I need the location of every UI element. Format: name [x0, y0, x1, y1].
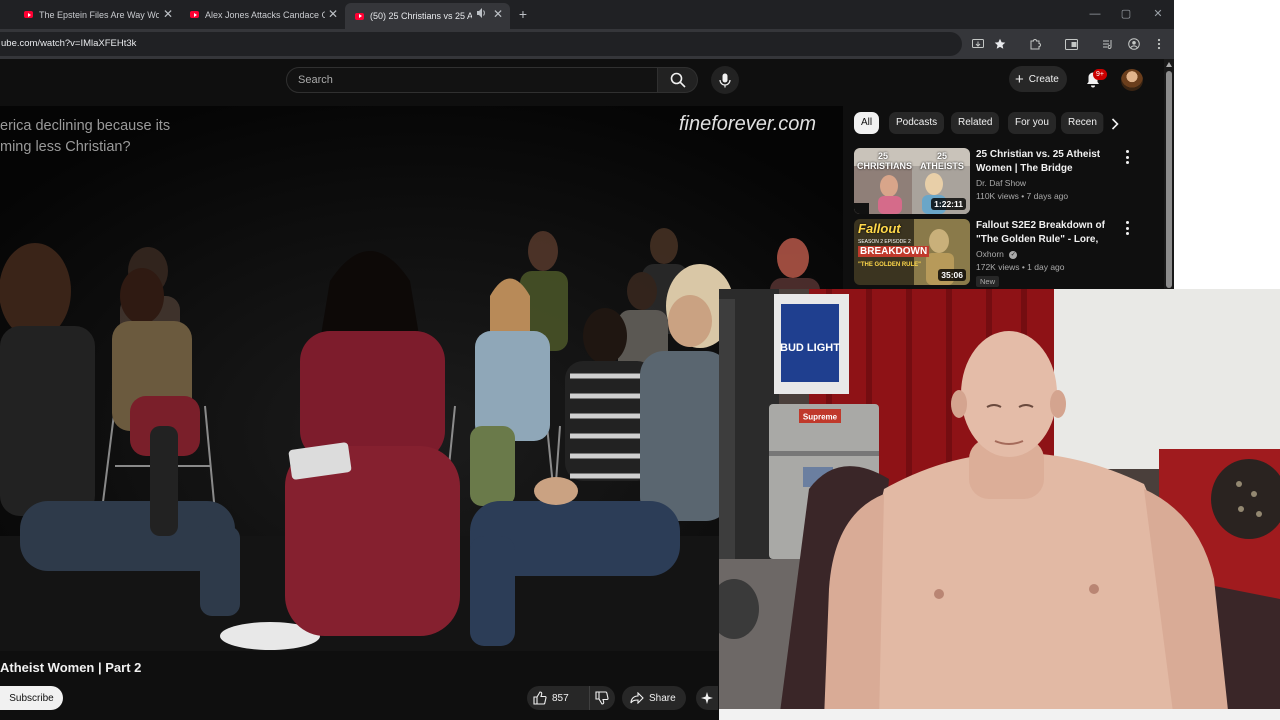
- bookmark-star-icon[interactable]: [992, 35, 1008, 53]
- close-tab-icon[interactable]: ✕: [326, 6, 340, 22]
- account-avatar[interactable]: [1121, 69, 1143, 91]
- youtube-favicon-icon: [355, 12, 364, 20]
- webcam-overlay: BUD LIGHT Supreme: [719, 289, 1280, 720]
- recommendation-title[interactable]: Fallout S2E2 Breakdown of "The Golden Ru…: [976, 219, 1126, 247]
- browser-toolbar: ube.com/watch?v=IMlaXFEHt3k: [0, 29, 1174, 59]
- video-player[interactable]: [0, 106, 843, 651]
- share-button[interactable]: Share: [622, 686, 686, 710]
- webcam-feed-image: BUD LIGHT Supreme: [719, 289, 1280, 720]
- speaker-icon[interactable]: [476, 7, 486, 19]
- maximize-icon[interactable]: ▢: [1116, 5, 1136, 23]
- like-button[interactable]: 857: [533, 686, 569, 710]
- recommendation-title[interactable]: 25 Christian vs. 25 Atheist Women | The …: [976, 148, 1126, 176]
- chip-for-you[interactable]: For you: [1008, 112, 1056, 134]
- thumbs-down-icon: [594, 691, 609, 705]
- extensions-puzzle-icon[interactable]: [1027, 35, 1043, 53]
- media-controls-icon[interactable]: [1100, 35, 1116, 53]
- search-icon: [670, 72, 686, 88]
- url-text: ube.com/watch?v=IMlaXFEHt3k: [1, 38, 137, 49]
- scroll-up-arrow-icon[interactable]: [1166, 62, 1172, 67]
- sparkle-icon: [701, 692, 713, 704]
- tab-alex-jones[interactable]: Alex Jones Attacks Candace Ow: [190, 4, 325, 25]
- chip-related[interactable]: Related: [951, 112, 1000, 134]
- video-on-screen-caption: erica declining because its ming less Ch…: [0, 116, 170, 158]
- like-count: 857: [552, 692, 569, 704]
- create-button[interactable]: + Create: [1009, 66, 1067, 92]
- profile-icon[interactable]: [1126, 35, 1142, 53]
- caption-line-2: ming less Christian?: [0, 139, 131, 155]
- address-bar[interactable]: ube.com/watch?v=IMlaXFEHt3k: [0, 32, 962, 56]
- video-watermark: fineforever.com: [679, 113, 817, 135]
- video-metadata: 172K views • 1 day ago: [976, 262, 1065, 272]
- close-tab-icon[interactable]: ✕: [161, 6, 175, 22]
- microphone-icon: [719, 73, 731, 87]
- youtube-favicon-icon: [190, 11, 199, 18]
- notifications-badge: 9+: [1093, 69, 1107, 80]
- share-label: Share: [649, 692, 676, 704]
- chip-all[interactable]: All: [854, 112, 880, 134]
- dislike-button[interactable]: [589, 686, 613, 710]
- box-label-text: BUD LIGHT: [780, 342, 840, 354]
- tab-title: The Epstein Files Are Way Wors: [39, 9, 159, 20]
- recommendation-item[interactable]: 25 CHRISTIANS 25 ATHEISTS 1:22:11 25 Chr…: [854, 148, 1154, 216]
- tab-title: Alex Jones Attacks Candace Ow: [205, 9, 325, 20]
- youtube-favicon-icon: [24, 11, 33, 18]
- subscribe-button[interactable]: Subscribe: [0, 686, 63, 710]
- video-title: Atheist Women | Part 2: [0, 660, 142, 675]
- sticker-text: Supreme: [803, 413, 838, 422]
- install-app-icon[interactable]: [970, 35, 986, 53]
- new-badge: New: [976, 276, 1000, 287]
- desktop-background: [1174, 0, 1280, 289]
- like-dislike-group: 857: [527, 686, 615, 710]
- voice-search-button[interactable]: [711, 66, 739, 94]
- thumbnail-text-bottom: "THE GOLDEN RULE": [858, 262, 922, 268]
- channel-name[interactable]: Oxhorn ✓: [976, 249, 1018, 259]
- search-placeholder: Search: [298, 74, 333, 86]
- youtube-header: Search + Create: [0, 59, 1164, 106]
- plus-icon: +: [1015, 70, 1024, 88]
- video-frame-image: [0, 106, 843, 651]
- tab-title: (50) 25 Christians vs 25 Athe: [370, 11, 472, 21]
- window-close-icon[interactable]: ✕: [1148, 5, 1168, 23]
- ask-ai-button[interactable]: [696, 686, 718, 710]
- thumbnail-text-top: Fallout: [858, 221, 901, 236]
- thumbnail-text-mid: BREAKDOWN: [858, 246, 930, 257]
- recommendation-item[interactable]: Fallout SEASON 2 EPISODE 2 BREAKDOWN "TH…: [854, 219, 1154, 287]
- tab-epstein-files[interactable]: The Epstein Files Are Way Wors: [24, 4, 159, 25]
- search-input[interactable]: Search: [286, 67, 658, 93]
- more-actions-icon[interactable]: [1124, 150, 1130, 164]
- new-tab-icon[interactable]: +: [515, 5, 531, 23]
- minimize-icon[interactable]: —: [1085, 5, 1105, 23]
- scrollbar-thumb[interactable]: [1166, 71, 1172, 288]
- recommendation-filter-chips: All Podcasts Related For you Recen: [854, 112, 1124, 136]
- thumbnail-text-sub: SEASON 2 EPISODE 2: [858, 239, 911, 245]
- caption-line-1: erica declining because its: [0, 118, 171, 134]
- browser-menu-icon[interactable]: [1151, 35, 1167, 53]
- close-tab-icon[interactable]: ✕: [491, 6, 505, 22]
- create-label: Create: [1028, 73, 1059, 85]
- video-thumbnail[interactable]: 25 CHRISTIANS 25 ATHEISTS 1:22:11: [854, 148, 970, 214]
- split-view-icon[interactable]: [1063, 35, 1079, 53]
- chips-next-button[interactable]: [1103, 113, 1127, 135]
- video-metadata: 110K views • 7 days ago: [976, 191, 1069, 201]
- chip-recent[interactable]: Recen: [1061, 112, 1104, 134]
- chevron-right-icon: [1111, 118, 1119, 130]
- video-thumbnail[interactable]: Fallout SEASON 2 EPISODE 2 BREAKDOWN "TH…: [854, 219, 970, 285]
- video-duration: 1:22:11: [931, 198, 966, 210]
- tab-strip: The Epstein Files Are Way Wors ✕ Alex Jo…: [0, 0, 1174, 29]
- share-arrow-icon: [630, 692, 644, 704]
- verified-check-icon: ✓: [1009, 250, 1018, 259]
- chip-podcasts[interactable]: Podcasts: [889, 112, 945, 134]
- more-actions-icon[interactable]: [1124, 221, 1130, 235]
- thumbnail-text-right: 25 ATHEISTS: [920, 151, 964, 171]
- thumbnail-text-left: 25 CHRISTIANS: [857, 151, 913, 171]
- video-duration: 35:06: [938, 269, 966, 281]
- channel-name-text: Oxhorn: [976, 249, 1004, 259]
- search-button[interactable]: [658, 67, 698, 93]
- channel-name[interactable]: Dr. Daf Show: [976, 178, 1026, 188]
- thumbs-up-icon: [533, 691, 547, 705]
